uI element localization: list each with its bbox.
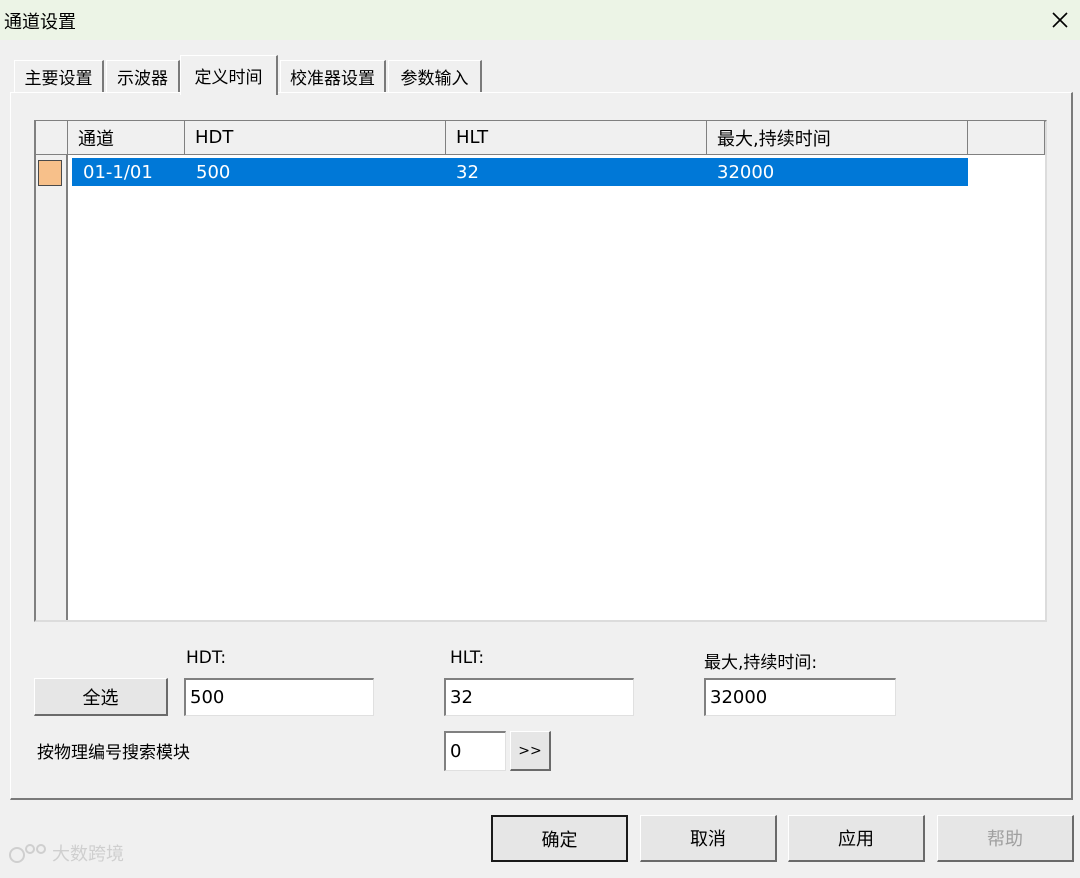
tab-label: 定义时间 [194, 68, 263, 88]
column-header-empty [968, 121, 1045, 155]
help-label: 帮助 [987, 829, 1023, 850]
cell-hdt: 500 [196, 161, 231, 183]
watermark-text: 大数跨境 [52, 844, 124, 865]
row-marker[interactable] [38, 160, 62, 186]
column-header-label: 最大,持续时间 [717, 128, 831, 150]
column-header-channel[interactable]: 通道 [68, 121, 185, 155]
search-go-button[interactable]: >> [510, 731, 551, 771]
tab-label: 参数输入 [400, 69, 469, 89]
select-all-label: 全选 [82, 687, 119, 709]
hlt-label: HLT: [450, 648, 485, 668]
column-header-max-duration[interactable]: 最大,持续时间 [707, 121, 968, 155]
column-header-label: HLT [456, 127, 489, 148]
cell-channel: 01-1/01 [83, 161, 153, 183]
hlt-input[interactable] [444, 678, 634, 716]
close-icon [1052, 12, 1068, 28]
apply-button[interactable]: 应用 [788, 815, 925, 862]
tab-calibrator-settings[interactable]: 校准器设置 [280, 60, 386, 92]
grid-corner [36, 121, 68, 155]
tab-define-time[interactable]: 定义时间 [180, 55, 278, 95]
column-header-hdt[interactable]: HDT [185, 121, 446, 155]
hdt-input[interactable] [184, 678, 374, 716]
help-button: 帮助 [937, 815, 1074, 862]
hdt-label: HDT: [186, 648, 227, 668]
cell-hlt: 32 [456, 161, 479, 183]
watermark-logo-icon [9, 844, 46, 863]
watermark: 大数跨境 [8, 840, 124, 866]
column-header-label: HDT [195, 127, 234, 148]
max-duration-label: 最大,持续时间: [704, 653, 818, 673]
tab-main-settings[interactable]: 主要设置 [14, 60, 104, 92]
cell-max-duration: 32000 [717, 161, 775, 183]
apply-label: 应用 [838, 829, 874, 850]
max-duration-input[interactable] [704, 678, 896, 716]
tab-label: 示波器 [117, 69, 168, 89]
select-all-button[interactable]: 全选 [34, 678, 168, 716]
window-title: 通道设置 [4, 12, 76, 33]
physical-number-input[interactable] [444, 731, 506, 771]
ok-label: 确定 [541, 829, 578, 851]
search-module-label: 按物理编号搜索模块 [37, 743, 190, 763]
close-button[interactable] [1040, 0, 1080, 40]
tab-label: 主要设置 [24, 69, 93, 89]
tab-oscilloscope[interactable]: 示波器 [106, 60, 180, 92]
title-bar [0, 0, 1080, 40]
column-header-label: 通道 [78, 128, 114, 150]
column-header-hlt[interactable]: HLT [446, 121, 707, 155]
ok-button[interactable]: 确定 [491, 815, 628, 862]
row-header-column [36, 155, 68, 620]
search-go-label: >> [518, 742, 542, 759]
tab-label: 校准器设置 [290, 69, 375, 89]
cancel-label: 取消 [690, 829, 726, 850]
tab-parameter-input[interactable]: 参数输入 [388, 60, 482, 92]
cancel-button[interactable]: 取消 [640, 815, 777, 862]
channel-grid[interactable] [34, 120, 1047, 622]
